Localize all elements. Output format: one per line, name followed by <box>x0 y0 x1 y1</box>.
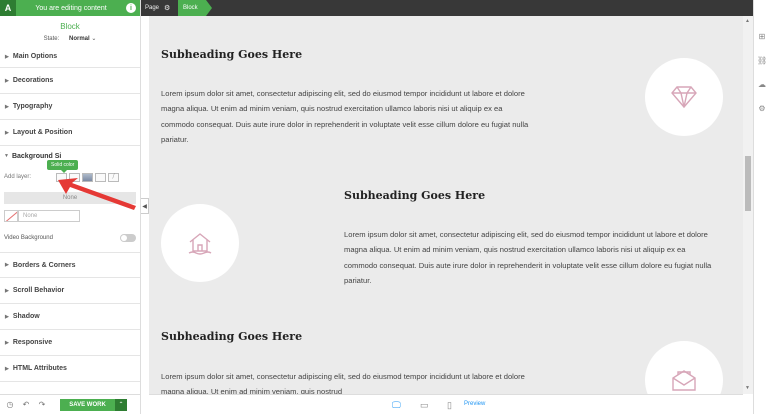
section-1-icon-circle[interactable] <box>645 58 723 136</box>
caret-right-icon: ▶ <box>5 365 9 372</box>
section-label: Shadow <box>12 313 40 320</box>
section-label: Scroll Behavior <box>12 287 65 294</box>
breadcrumb-block[interactable]: Block <box>178 0 212 16</box>
section-shadow[interactable]: ▶ Shadow <box>0 304 140 330</box>
desktop-icon[interactable]: 🖵 <box>392 400 401 411</box>
section-2-heading[interactable]: Subheading Goes Here <box>344 189 485 202</box>
mobile-icon[interactable]: ▯ <box>447 400 452 411</box>
app-logo[interactable]: A <box>0 0 16 16</box>
section-label: Borders & Corners <box>12 261 76 269</box>
editing-text: You are editing content <box>35 4 107 12</box>
section-label: Decorations <box>12 77 54 84</box>
section-label: Responsive <box>12 339 53 346</box>
section-label: Typography <box>12 103 53 110</box>
caret-right-icon: ▶ <box>5 129 9 136</box>
section-decorations[interactable]: ▶ Decorations <box>0 68 140 94</box>
redo-icon[interactable]: ↷ <box>36 400 48 409</box>
section-1-heading[interactable]: Subheading Goes Here <box>161 48 302 61</box>
chevron-down-icon: ⌄ <box>91 36 97 42</box>
scroll-up-icon[interactable]: ▲ <box>745 18 750 24</box>
caret-right-icon: ▶ <box>5 53 9 60</box>
section-layout-position[interactable]: ▶ Layout & Position <box>0 120 140 146</box>
tablet-icon[interactable]: ▭ <box>420 400 429 411</box>
editing-banner: A You are editing content i <box>0 0 140 16</box>
info-icon[interactable]: i <box>126 3 136 13</box>
add-element-icon[interactable]: ⊞ <box>757 32 767 42</box>
page-canvas: Subheading Goes Here Lorem ipsum dolor s… <box>149 16 743 394</box>
section-label: Main Options <box>12 53 58 60</box>
state-label: State: <box>43 36 60 42</box>
section-scroll-behavior[interactable]: ▶ Scroll Behavior <box>0 278 140 304</box>
breadcrumb-bar: Page ⚙ Block <box>141 0 753 16</box>
collapse-sidebar-button[interactable]: ◀ <box>141 198 149 214</box>
canvas-scrollbar[interactable]: ▲ ▼ <box>743 16 753 394</box>
breadcrumb-page[interactable]: Page ⚙ <box>141 0 178 16</box>
caret-right-icon: ▶ <box>5 262 9 268</box>
section-2-icon-circle[interactable] <box>161 204 239 282</box>
section-3-text[interactable]: Lorem ipsum dolor sit amet, consectetur … <box>161 369 537 394</box>
section-3-icon-circle[interactable] <box>645 341 723 394</box>
solid-color-tooltip: Solid color <box>47 160 79 173</box>
sidebar-footer: ◷ ↶ ↷ SAVE WORK ⌃ <box>0 394 140 414</box>
state-selector[interactable]: State: Normal ⌄ <box>0 35 140 42</box>
history-icon[interactable]: ◷ <box>4 400 16 409</box>
section-html-attributes[interactable]: ▶ HTML Attributes <box>0 356 140 382</box>
scrollbar-thumb[interactable] <box>745 156 751 211</box>
video-background-toggle[interactable] <box>120 234 136 242</box>
caret-right-icon: ▶ <box>5 77 9 84</box>
section-3-heading[interactable]: Subheading Goes Here <box>161 330 302 343</box>
section-2-text[interactable]: Lorem ipsum dolor sit amet, consectetur … <box>344 227 720 288</box>
right-toolbar: ⊞ ⛓ ☁ ⚙ <box>753 0 769 414</box>
diamond-icon <box>671 86 697 109</box>
house-icon <box>188 233 212 255</box>
envelope-icon <box>672 370 696 391</box>
section-main-options[interactable]: ▶ Main Options <box>0 46 140 68</box>
section-label: HTML Attributes <box>12 365 67 372</box>
add-layer-label: Add layer: <box>4 174 32 180</box>
section-1-text[interactable]: Lorem ipsum dolor sit amet, consectetur … <box>161 86 537 147</box>
device-preview-bar: 🖵 ▭ ▯ Preview <box>149 394 743 414</box>
caret-right-icon: ▶ <box>5 339 9 346</box>
red-arrow-annotation <box>58 178 136 210</box>
gear-icon[interactable]: ⚙ <box>164 4 170 12</box>
save-options-chevron-icon[interactable]: ⌃ <box>115 398 127 411</box>
caret-down-icon: ▼ <box>4 153 9 159</box>
settings-icon[interactable]: ⚙ <box>757 104 767 114</box>
preview-button[interactable]: Preview <box>464 401 485 407</box>
link-icon[interactable]: ⛓ <box>757 56 767 66</box>
scroll-down-icon[interactable]: ▼ <box>745 385 750 391</box>
cloud-icon[interactable]: ☁ <box>757 80 767 90</box>
video-background-label: Video Background <box>4 235 53 241</box>
section-label: Layout & Position <box>12 129 73 136</box>
state-value: Normal <box>68 36 90 42</box>
section-borders-corners[interactable]: ▶ Borders & Corners <box>0 252 140 278</box>
section-responsive[interactable]: ▶ Responsive <box>0 330 140 356</box>
block-title: Block <box>60 22 80 31</box>
color-swatch[interactable] <box>4 210 18 222</box>
save-work-button[interactable]: SAVE WORK <box>60 398 115 411</box>
caret-right-icon: ▶ <box>5 313 9 320</box>
editor-app: A You are editing content i Block State:… <box>0 0 769 414</box>
section-typography[interactable]: ▶ Typography <box>0 94 140 120</box>
background-label: Background Si <box>11 152 62 160</box>
undo-icon[interactable]: ↶ <box>20 400 32 409</box>
video-background-row: Video Background <box>4 232 136 244</box>
breadcrumb-page-label: Page <box>145 5 160 11</box>
caret-right-icon: ▶ <box>5 103 9 110</box>
properties-sidebar: A You are editing content i Block State:… <box>0 0 141 414</box>
caret-right-icon: ▶ <box>5 287 9 294</box>
